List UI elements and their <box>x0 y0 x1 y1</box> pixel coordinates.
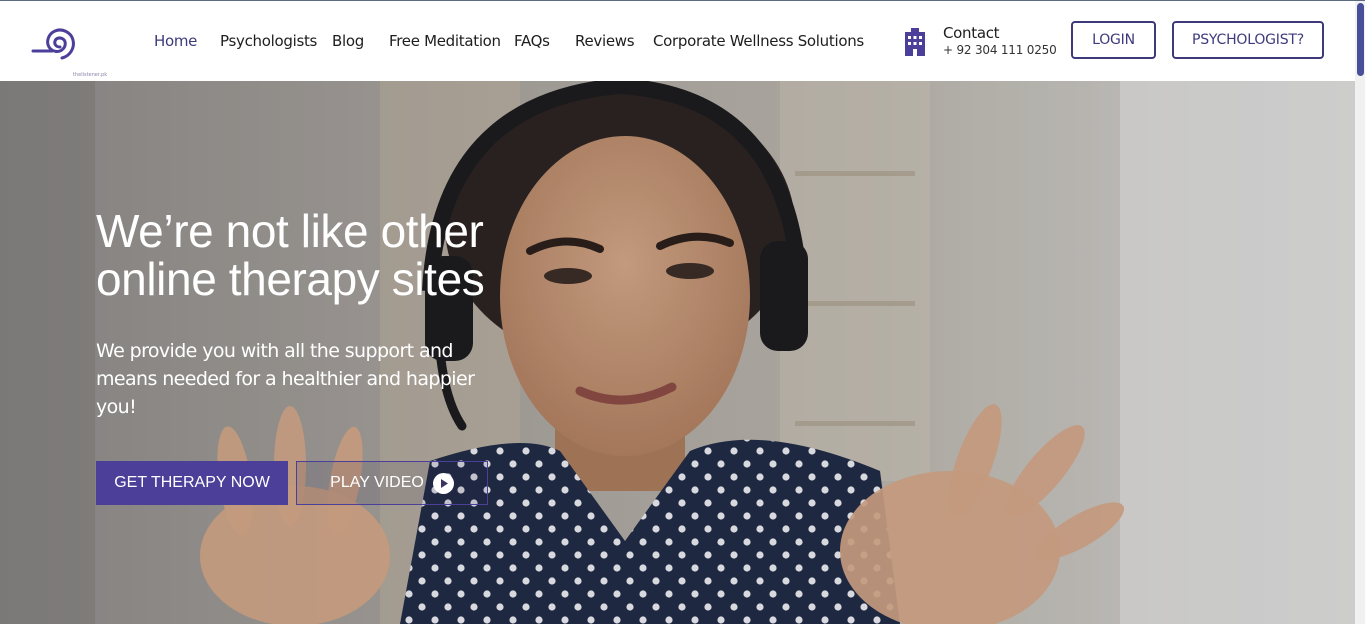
play-video-label: PLAY VIDEO <box>330 474 424 491</box>
hero-title-line-1: We’re not like other <box>96 205 484 257</box>
site-logo[interactable]: thelistener.pk <box>30 17 107 78</box>
play-video-button[interactable]: PLAY VIDEO <box>296 461 488 505</box>
logo-wordmark: thelistener.pk <box>73 72 108 78</box>
contact-phone[interactable]: + 92 304 111 0250 <box>943 43 1057 57</box>
psychologist-button[interactable]: PSYCHOLOGIST? <box>1172 21 1324 59</box>
nav-psychologists[interactable]: Psychologists <box>220 32 317 50</box>
get-therapy-now-button[interactable]: GET THERAPY NOW <box>96 461 288 505</box>
page-scrollbar[interactable] <box>1355 1 1365 624</box>
play-circle-icon <box>432 472 454 494</box>
nav-free-meditation[interactable]: Free Meditation <box>389 32 501 50</box>
hero-title: We’re not like other online therapy site… <box>96 207 596 303</box>
spiral-logo-icon <box>31 28 75 60</box>
hero-title-line-2: online therapy sites <box>96 253 485 305</box>
login-button[interactable]: LOGIN <box>1071 21 1156 59</box>
building-icon <box>903 28 927 56</box>
contact-label: Contact <box>943 24 1000 42</box>
get-therapy-now-label: GET THERAPY NOW <box>114 474 270 491</box>
nav-reviews[interactable]: Reviews <box>575 32 635 50</box>
scrollbar-thumb[interactable] <box>1357 3 1364 76</box>
nav-faqs[interactable]: FAQs <box>514 32 550 50</box>
hero-section: We’re not like other online therapy site… <box>0 81 1355 624</box>
hero-subtitle: We provide you with all the support and … <box>96 340 475 418</box>
site-header: thelistener.pk Home Psychologists Blog F… <box>0 1 1355 81</box>
nav-corporate-wellness[interactable]: Corporate Wellness Solutions <box>653 32 864 50</box>
nav-home[interactable]: Home <box>154 32 197 50</box>
nav-blog[interactable]: Blog <box>332 32 364 50</box>
